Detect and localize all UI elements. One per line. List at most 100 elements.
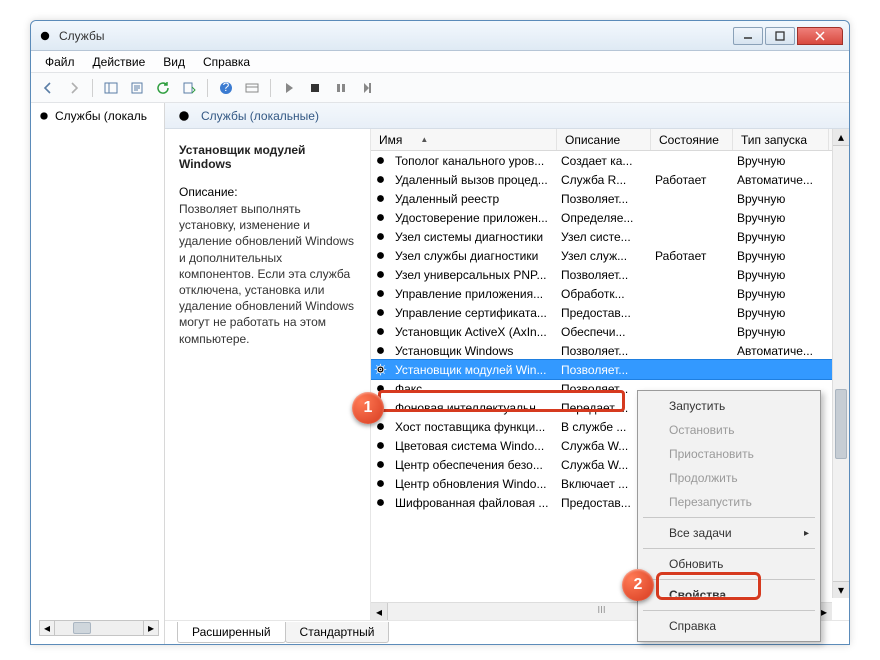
gear-icon bbox=[371, 344, 389, 357]
scroll-track[interactable] bbox=[55, 620, 143, 636]
menu-view[interactable]: Вид bbox=[155, 53, 193, 71]
minimize-button[interactable] bbox=[733, 27, 763, 45]
gear-icon bbox=[371, 287, 389, 300]
service-row[interactable]: Удаленный вызов процед...Служба R...Рабо… bbox=[371, 170, 849, 189]
start-service-button[interactable] bbox=[278, 77, 300, 99]
toolbar-button[interactable] bbox=[241, 77, 263, 99]
window-title: Службы bbox=[59, 29, 731, 43]
sort-indicator-icon: ▲ bbox=[420, 135, 428, 144]
cell-description: Создает ка... bbox=[555, 154, 649, 168]
scroll-left-button[interactable]: ◂ bbox=[371, 603, 388, 620]
close-button[interactable] bbox=[797, 27, 843, 45]
gear-icon bbox=[371, 173, 389, 186]
cell-name: Центр обеспечения безо... bbox=[389, 458, 555, 472]
scroll-thumb[interactable] bbox=[73, 622, 91, 634]
cell-state: Работает bbox=[649, 249, 731, 263]
cell-description: Предостав... bbox=[555, 306, 649, 320]
detail-desc-label: Описание: bbox=[179, 185, 360, 199]
service-row[interactable]: Управление сертификата...Предостав...Вру… bbox=[371, 303, 849, 322]
scroll-thumb[interactable] bbox=[835, 389, 847, 459]
refresh-button[interactable] bbox=[152, 77, 174, 99]
cell-description: Служба W... bbox=[555, 458, 649, 472]
scroll-right-button[interactable]: ▸ bbox=[143, 620, 159, 636]
tab-extended[interactable]: Расширенный bbox=[177, 622, 286, 643]
ctx-pause: Приостановить bbox=[641, 442, 817, 466]
menu-help[interactable]: Справка bbox=[195, 53, 258, 71]
scroll-left-button[interactable]: ◂ bbox=[39, 620, 55, 636]
ctx-resume: Продолжить bbox=[641, 466, 817, 490]
ctx-properties[interactable]: Свойства bbox=[641, 583, 817, 607]
menu-action[interactable]: Действие bbox=[85, 53, 154, 71]
cell-startup-type: Вручную bbox=[731, 249, 827, 263]
gear-icon bbox=[371, 325, 389, 338]
ctx-separator bbox=[643, 517, 815, 518]
scroll-down-button[interactable]: ▾ bbox=[833, 581, 849, 598]
ctx-help[interactable]: Справка bbox=[641, 614, 817, 638]
ctx-stop: Остановить bbox=[641, 418, 817, 442]
service-row[interactable]: Управление приложения...Обработк...Вручн… bbox=[371, 284, 849, 303]
service-row[interactable]: Тополог канального уров...Создает ка...В… bbox=[371, 151, 849, 170]
scroll-up-button[interactable]: ▴ bbox=[833, 129, 849, 146]
cell-description: Узел систе... bbox=[555, 230, 649, 244]
cell-name: Факс bbox=[389, 382, 555, 396]
tree-node-services[interactable]: Службы (локаль bbox=[33, 107, 162, 125]
column-description[interactable]: Описание bbox=[557, 129, 651, 150]
tree-horizontal-scrollbar[interactable]: ◂ ▸ bbox=[39, 620, 159, 636]
callout-badge-2: 2 bbox=[622, 569, 654, 601]
maximize-button[interactable] bbox=[765, 27, 795, 45]
show-hide-tree-button[interactable] bbox=[100, 77, 122, 99]
cell-startup-type: Вручную bbox=[731, 230, 827, 244]
export-button[interactable] bbox=[178, 77, 200, 99]
title-bar[interactable]: Службы bbox=[31, 21, 849, 51]
ctx-start[interactable]: Запустить bbox=[641, 394, 817, 418]
ctx-refresh[interactable]: Обновить bbox=[641, 552, 817, 576]
service-row[interactable]: Установщик WindowsПозволяет...Автоматиче… bbox=[371, 341, 849, 360]
cell-description: Определяе... bbox=[555, 211, 649, 225]
cell-name: Узел универсальных PNP... bbox=[389, 268, 555, 282]
help-button[interactable]: ? bbox=[215, 77, 237, 99]
gear-icon bbox=[371, 268, 389, 281]
gear-icon bbox=[371, 458, 389, 471]
ctx-separator bbox=[643, 610, 815, 611]
cell-name: Хост поставщика функци... bbox=[389, 420, 555, 434]
cell-startup-type: Вручную bbox=[731, 192, 827, 206]
service-row[interactable]: Удостоверение приложен...Определяе...Вру… bbox=[371, 208, 849, 227]
gear-icon bbox=[371, 192, 389, 205]
column-state[interactable]: Состояние bbox=[651, 129, 733, 150]
tree-pane: Службы (локаль bbox=[31, 103, 165, 644]
cell-description: Позволяет... bbox=[555, 363, 649, 377]
column-name[interactable]: Имя▲ bbox=[371, 129, 557, 150]
service-row[interactable]: Узел универсальных PNP...Позволяет...Вру… bbox=[371, 265, 849, 284]
cell-description: Передает ... bbox=[555, 401, 649, 415]
ctx-all-tasks[interactable]: Все задачи▸ bbox=[641, 521, 817, 545]
service-row[interactable]: Удаленный реестрПозволяет...Вручную bbox=[371, 189, 849, 208]
detail-description: Позволяет выполнять установку, изменение… bbox=[179, 201, 360, 347]
gear-icon bbox=[371, 249, 389, 262]
cell-state: Работает bbox=[649, 173, 731, 187]
forward-button[interactable] bbox=[63, 77, 85, 99]
menu-bar: Файл Действие Вид Справка bbox=[31, 51, 849, 73]
column-startup-type[interactable]: Тип запуска bbox=[733, 129, 829, 150]
vertical-scrollbar[interactable]: ▴ ▾ bbox=[832, 129, 849, 598]
service-row[interactable]: Узел службы диагностикиУзел служ...Работ… bbox=[371, 246, 849, 265]
gear-icon bbox=[37, 109, 51, 123]
service-row[interactable]: Установщик модулей Win...Позволяет... bbox=[371, 360, 849, 379]
properties-toolbar-button[interactable] bbox=[126, 77, 148, 99]
ctx-restart: Перезапустить bbox=[641, 490, 817, 514]
cell-name: Тополог канального уров... bbox=[389, 154, 555, 168]
cell-description: Служба W... bbox=[555, 439, 649, 453]
submenu-arrow-icon: ▸ bbox=[804, 528, 809, 539]
tab-standard[interactable]: Стандартный bbox=[285, 622, 390, 643]
cell-startup-type: Вручную bbox=[731, 325, 827, 339]
back-button[interactable] bbox=[37, 77, 59, 99]
menu-file[interactable]: Файл bbox=[37, 53, 83, 71]
cell-startup-type: Вручную bbox=[731, 268, 827, 282]
stop-service-button[interactable] bbox=[304, 77, 326, 99]
cell-description: Позволяет... bbox=[555, 344, 649, 358]
service-row[interactable]: Узел системы диагностикиУзел систе...Вру… bbox=[371, 227, 849, 246]
service-row[interactable]: Установщик ActiveX (AxIn...Обеспечи...Вр… bbox=[371, 322, 849, 341]
cell-name: Узел службы диагностики bbox=[389, 249, 555, 263]
cell-description: Обработк... bbox=[555, 287, 649, 301]
pause-service-button[interactable] bbox=[330, 77, 352, 99]
restart-service-button[interactable] bbox=[356, 77, 378, 99]
